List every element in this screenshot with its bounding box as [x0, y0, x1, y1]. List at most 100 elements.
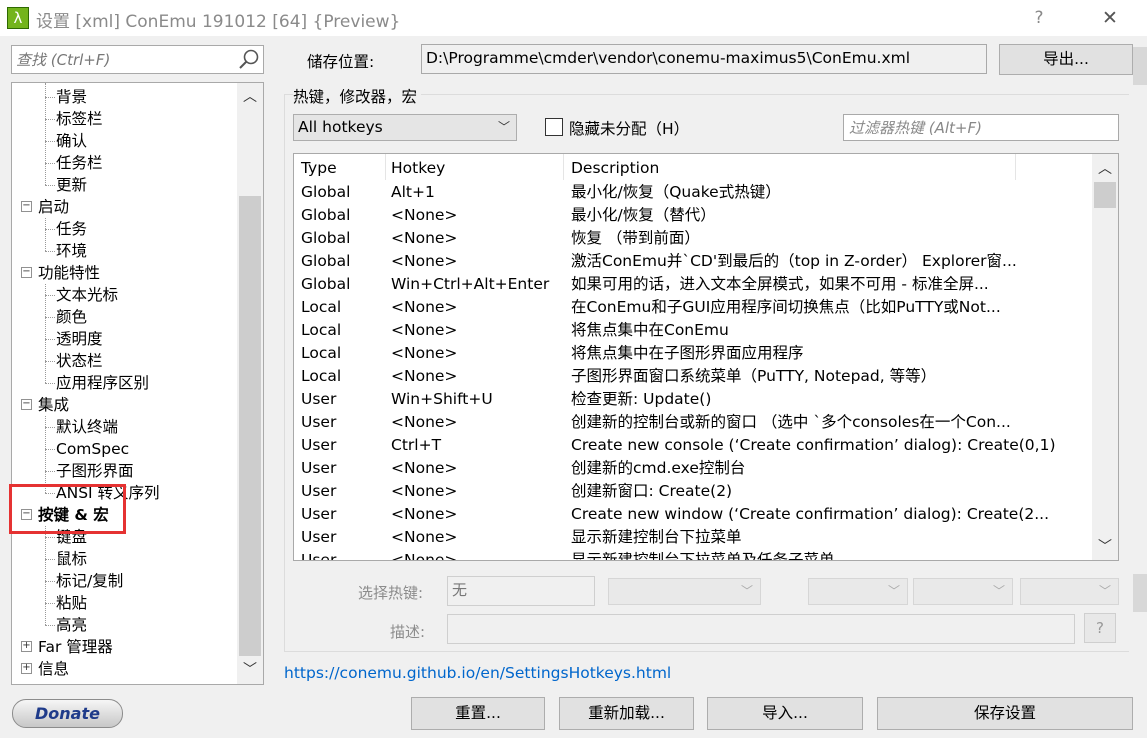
background-window-edge — [1133, 47, 1147, 85]
expand-icon[interactable]: + — [21, 663, 32, 674]
chevron-up-icon[interactable]: ︿ — [237, 83, 263, 111]
table-row[interactable]: User <None> 创建新窗口: Create(2) — [294, 480, 1094, 503]
table-row[interactable]: Local <None> 在ConEmu和子GUI应用程序间切换焦点（比如PuTTY… — [294, 296, 1094, 319]
tree-item[interactable]: 状态栏 — [56, 350, 103, 372]
hide-unassigned-checkbox[interactable] — [545, 118, 563, 136]
chevron-down-icon[interactable]: ﹀ — [237, 656, 263, 684]
cell-description: Create new window (‘Create confirmation’… — [571, 505, 1050, 523]
hotkey-help-button[interactable]: ? — [1084, 613, 1116, 643]
tree-item[interactable]: 透明度 — [56, 328, 103, 350]
tree-scrollbar[interactable]: ︿ ﹀ — [237, 83, 263, 684]
table-row[interactable]: User <None> 创建新的cmd.exe控制台 — [294, 457, 1094, 480]
tree-item[interactable]: 功能特性 — [38, 262, 100, 284]
description-field[interactable] — [447, 614, 1075, 644]
tree-item[interactable]: 默认终端 — [56, 416, 118, 438]
donate-button[interactable]: Donate — [12, 699, 123, 728]
tree-item[interactable]: Far 管理器 — [38, 636, 113, 658]
modifier-select-2[interactable]: ﹀ — [808, 578, 908, 605]
export-button[interactable]: 导出... — [999, 44, 1133, 75]
tree-connector — [45, 339, 55, 340]
cell-type: Global — [301, 206, 351, 224]
storage-path-field[interactable]: D:\Programme\cmder\vendor\conemu-maximus… — [421, 44, 987, 74]
search-input[interactable] — [16, 48, 231, 71]
tree-item[interactable]: 任务 — [56, 218, 87, 240]
tree-item[interactable]: 鼠标 — [56, 548, 87, 570]
help-button[interactable]: ? — [1022, 4, 1056, 32]
column-header-type[interactable]: Type — [294, 154, 386, 180]
tree-item[interactable]: ComSpec — [56, 438, 129, 460]
search-icon[interactable] — [237, 48, 261, 72]
table-row[interactable]: Local <None> 子图形界面窗口系统菜单（PuTTY, Notepad, 等… — [294, 365, 1094, 388]
chevron-up-icon[interactable]: ︿ — [1092, 156, 1118, 182]
tree-item[interactable]: 集成 — [38, 394, 69, 416]
table-row[interactable]: User Win+Shift+U 检查更新: Update() — [294, 388, 1094, 411]
column-header-description[interactable]: Description — [564, 154, 1016, 180]
tree-item[interactable]: 任务栏 — [56, 152, 103, 174]
tree-item[interactable]: 更新 — [56, 174, 87, 196]
save-settings-button[interactable]: 保存设置 — [877, 697, 1133, 730]
choose-hotkey-field[interactable]: 无 — [447, 576, 595, 606]
tree-item[interactable]: 信息 — [38, 658, 69, 680]
modifier-select-4[interactable]: ﹀ — [1020, 578, 1119, 605]
tree-item[interactable]: 文本光标 — [56, 284, 118, 306]
cell-description: 显示新建控制台下拉菜单 — [571, 528, 742, 546]
table-row[interactable]: Global Win+Ctrl+Alt+Enter 如果可用的话，进入文本全屏模式，… — [294, 273, 1094, 296]
cell-hotkey: <None> — [391, 528, 458, 546]
hide-unassigned-label: 隐藏未分配（H） — [569, 120, 690, 138]
modifier-select-3[interactable]: ﹀ — [913, 578, 1013, 605]
table-row[interactable]: User <None> 显示新建控制台下拉菜单及任务子菜单 — [294, 549, 1094, 560]
tree-item[interactable]: 背景 — [56, 86, 87, 108]
table-row[interactable]: User <None> Create new window (‘Create con… — [294, 503, 1094, 526]
table-row[interactable]: User <None> 创建新的控制台或新的窗口 （选中 `多个consoles在一… — [294, 411, 1094, 434]
tree-item[interactable]: 应用程序区别 — [56, 372, 149, 394]
scrollbar-thumb[interactable] — [239, 196, 261, 656]
scrollbar-thumb[interactable] — [1094, 182, 1116, 208]
cell-hotkey: Win+Ctrl+Alt+Enter — [391, 275, 550, 293]
tree-connector — [45, 97, 55, 98]
cell-hotkey: <None> — [391, 206, 458, 224]
expand-icon[interactable]: + — [21, 641, 32, 652]
cell-hotkey: Win+Shift+U — [391, 390, 493, 408]
settings-help-link[interactable]: https://conemu.github.io/en/SettingsHotk… — [284, 664, 671, 682]
tree-item[interactable]: 标记/复制 — [56, 570, 123, 592]
chevron-down-icon: ﹀ — [1098, 584, 1111, 598]
tree-item[interactable]: 高亮 — [56, 614, 87, 636]
hotkey-type-select[interactable]: All hotkeys ﹀ — [293, 114, 517, 141]
cell-description: 恢复 （带到前面） — [571, 229, 700, 247]
tree-item[interactable]: 粘贴 — [56, 592, 87, 614]
reload-button[interactable]: 重新加载... — [559, 697, 694, 730]
search-box — [11, 45, 264, 74]
collapse-icon[interactable]: − — [21, 399, 32, 410]
table-row[interactable]: Local <None> 将焦点集中在ConEmu — [294, 319, 1094, 342]
table-row[interactable]: User <None> 显示新建控制台下拉菜单 — [294, 526, 1094, 549]
tree-item[interactable]: 环境 — [56, 240, 87, 262]
table-row[interactable]: Global <None> 激活ConEmu并`CD'到最后的（top in Z-o… — [294, 250, 1094, 273]
table-row[interactable]: User Ctrl+T Create new console (‘Create co… — [294, 434, 1094, 457]
table-scrollbar[interactable]: ︿ ﹀ — [1092, 154, 1118, 560]
tree-item[interactable]: 标签栏 — [56, 108, 103, 130]
cell-description: 如果可用的话，进入文本全屏模式，如果不可用 - 标准全屏... — [571, 275, 989, 293]
column-header-hotkey[interactable]: Hotkey — [384, 154, 564, 180]
table-row[interactable]: Global <None> 最小化/恢复（替代） — [294, 204, 1094, 227]
tree-item[interactable]: 确认 — [56, 130, 87, 152]
tree-item[interactable]: 启动 — [38, 196, 69, 218]
filter-hotkeys-input[interactable] — [843, 114, 1119, 141]
collapse-icon[interactable]: − — [21, 201, 32, 212]
tree-connector — [45, 163, 55, 164]
reset-button[interactable]: 重置... — [411, 697, 545, 730]
modifier-select-1[interactable]: ﹀ — [608, 578, 761, 605]
import-button[interactable]: 导入... — [707, 697, 863, 730]
cell-type: Global — [301, 229, 351, 247]
chevron-down-icon[interactable]: ﹀ — [1092, 534, 1118, 560]
table-row[interactable]: Global <None> 恢复 （带到前面） — [294, 227, 1094, 250]
table-row[interactable]: Local <None> 将焦点集中在子图形界面应用程序 — [294, 342, 1094, 365]
table-row[interactable]: Global Alt+1 最小化/恢复（Quake式热键） — [294, 181, 1094, 204]
tree-connector — [45, 284, 46, 383]
cell-type: User — [301, 390, 337, 408]
tree-connector — [45, 416, 46, 493]
tree-item[interactable]: 颜色 — [56, 306, 87, 328]
tree-item[interactable]: 子图形界面 — [56, 460, 134, 482]
close-button[interactable]: ✕ — [1088, 4, 1132, 32]
collapse-icon[interactable]: − — [21, 267, 32, 278]
cell-type: Local — [301, 321, 342, 339]
